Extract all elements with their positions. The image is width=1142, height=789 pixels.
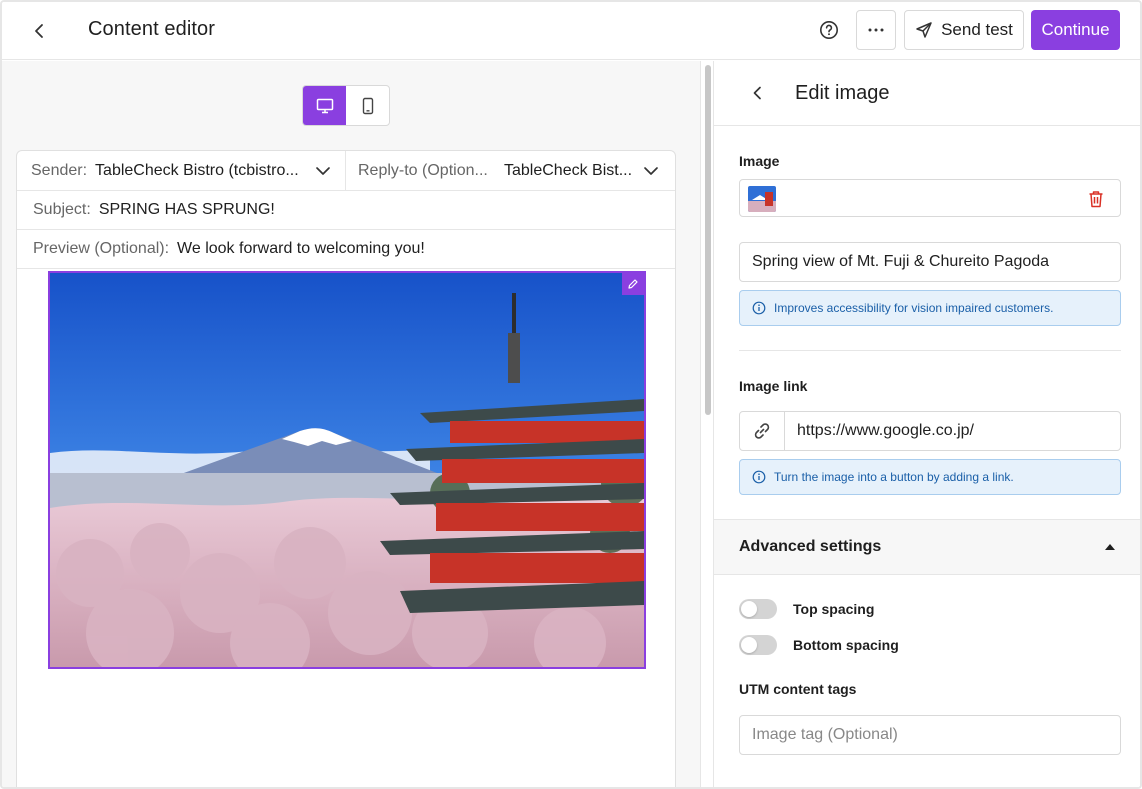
preview-value: We look forward to welcoming you! (177, 240, 425, 257)
back-button[interactable] (26, 17, 54, 45)
device-preview-toggle (302, 85, 390, 126)
alt-text-info-text: Improves accessibility for vision impair… (774, 301, 1054, 315)
image-picker[interactable] (739, 179, 1121, 217)
edit-image-panel: Edit image Image Spring view of Mt. Fuji… (714, 61, 1140, 787)
section-divider (739, 350, 1121, 351)
trash-icon (1089, 191, 1103, 208)
email-image (50, 273, 644, 667)
sender-label: Sender: (31, 162, 88, 179)
image-link-info: Turn the image into a button by adding a… (739, 459, 1121, 495)
toggle-knob (741, 637, 757, 653)
more-horizontal-icon (868, 28, 884, 32)
subject-value: SPRING HAS SPRUNG! (98, 201, 275, 218)
reply-to-value: TableCheck Bist... (504, 162, 633, 179)
mobile-view-button[interactable] (346, 86, 389, 125)
subject-label: Subject: (33, 201, 91, 218)
continue-button[interactable]: Continue (1031, 10, 1120, 50)
image-thumbnail (748, 186, 776, 212)
link-icon (754, 423, 770, 439)
sender-row: Sender: TableCheck Bistro (tcbistro... R… (17, 151, 675, 191)
toggle-knob (741, 601, 757, 617)
caret-up-icon (1105, 544, 1115, 550)
email-editor-canvas: Sender: TableCheck Bistro (tcbistro... R… (2, 61, 700, 787)
image-link-value: https://www.google.co.jp/ (797, 422, 974, 439)
scrollbar-thumb[interactable] (705, 65, 711, 415)
help-button[interactable] (814, 15, 844, 45)
utm-tag-input[interactable] (739, 715, 1121, 755)
panel-header: Edit image (714, 61, 1140, 126)
advanced-settings-title: Advanced settings (739, 538, 882, 555)
alt-text-info: Improves accessibility for vision impair… (739, 290, 1121, 326)
preview-text-row[interactable]: Preview (Optional): We look forward to w… (17, 230, 675, 269)
top-bar: Content editor Send test Continue (2, 2, 1140, 60)
advanced-settings-header[interactable]: Advanced settings (714, 519, 1140, 575)
image-link-input[interactable]: https://www.google.co.jp/ (739, 411, 1121, 451)
info-icon (752, 301, 766, 315)
mobile-icon (362, 97, 373, 114)
top-spacing-row: Top spacing (739, 598, 874, 620)
top-spacing-label: Top spacing (793, 601, 875, 617)
send-test-label: Send test (941, 20, 1013, 39)
chevron-left-icon (753, 86, 761, 100)
paper-plane-icon (916, 22, 932, 38)
link-icon-addon (740, 412, 785, 450)
help-circle-icon (820, 21, 838, 39)
image-section-label: Image (739, 153, 780, 169)
reply-to-select[interactable]: Reply-to (Option... TableCheck Bist... (346, 151, 675, 191)
editor-scrollbar[interactable] (700, 61, 714, 787)
image-link-info-text: Turn the image into a button by adding a… (774, 470, 1014, 484)
chevron-left-icon (35, 24, 43, 38)
send-test-button[interactable]: Send test (904, 10, 1024, 50)
more-options-button[interactable] (856, 10, 896, 50)
panel-title: Edit image (795, 82, 890, 104)
top-spacing-toggle[interactable] (739, 599, 777, 619)
edit-image-button[interactable] (622, 273, 644, 295)
info-icon (752, 470, 766, 484)
page-title: Content editor (88, 18, 216, 40)
sender-select[interactable]: Sender: TableCheck Bistro (tcbistro... (17, 151, 346, 191)
bottom-spacing-row: Bottom spacing (739, 634, 899, 656)
chevron-down-icon (644, 167, 658, 175)
desktop-view-button[interactable] (303, 86, 346, 125)
alt-text-input[interactable]: Spring view of Mt. Fuji & Chureito Pagod… (739, 242, 1121, 282)
image-link-label: Image link (739, 378, 808, 394)
bottom-spacing-toggle[interactable] (739, 635, 777, 655)
panel-back-button[interactable] (746, 81, 770, 105)
chevron-down-icon (316, 167, 330, 175)
sender-value: TableCheck Bistro (tcbistro... (95, 162, 299, 179)
preview-label: Preview (Optional): (33, 240, 170, 257)
selected-image-block[interactable] (48, 271, 646, 669)
reply-to-label: Reply-to (Option... (358, 162, 488, 179)
email-preview-card: Sender: TableCheck Bistro (tcbistro... R… (16, 150, 676, 787)
pencil-icon (628, 279, 638, 289)
utm-content-tags-label: UTM content tags (739, 681, 857, 697)
desktop-icon (316, 98, 333, 113)
subject-row[interactable]: Subject: SPRING HAS SPRUNG! (17, 191, 675, 230)
delete-image-button[interactable] (1086, 189, 1106, 209)
bottom-spacing-label: Bottom spacing (793, 637, 899, 653)
app-window: Content editor Send test Continue Sender (0, 0, 1142, 789)
